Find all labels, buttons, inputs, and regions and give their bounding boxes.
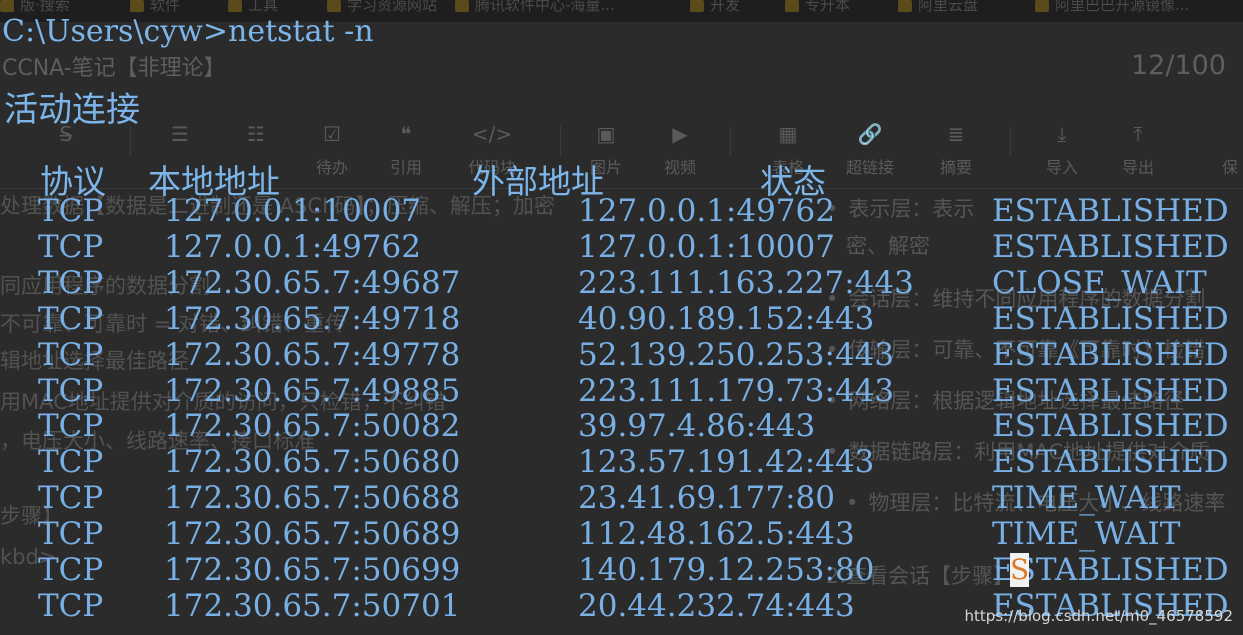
connection-row: TCP 172.30.65.7:50680 123.57.191.42:443 EST…	[0, 444, 1243, 480]
foreign-address-cell: 112.48.162.5:443	[578, 516, 855, 553]
local-address-cell: 172.30.65.7:49718	[164, 300, 461, 337]
connection-row: TCP 172.30.65.7:49778 52.139.250.253:443 ES…	[0, 337, 1243, 373]
connection-row: TCP 127.0.0.1:10007 127.0.0.1:49762 ESTABLI…	[0, 193, 1243, 229]
foreign-address-cell: 23.41.69.177:80	[578, 480, 835, 517]
protocol-cell: TCP	[38, 408, 104, 445]
connection-row: TCP 127.0.0.1:49762 127.0.0.1:10007 ESTABLI…	[0, 229, 1243, 265]
protocol-cell: TCP	[38, 372, 104, 409]
watermark: https://blog.csdn.net/m0_46578592	[964, 607, 1233, 625]
local-address-cell: 172.30.65.7:49885	[164, 372, 461, 409]
connection-row: TCP 172.30.65.7:49687 223.111.163.227:443 C…	[0, 265, 1243, 301]
protocol-cell: TCP	[38, 300, 104, 337]
section-title: 活动连接	[4, 90, 140, 130]
foreign-address-cell: 223.111.179.73:443	[578, 372, 895, 409]
connection-row: TCP 172.30.65.7:50689 112.48.162.5:443 TIME…	[0, 516, 1243, 552]
foreign-address-cell: 123.57.191.42:443	[578, 444, 875, 481]
foreign-address-cell: 127.0.0.1:10007	[578, 228, 835, 265]
protocol-cell: TCP	[38, 193, 104, 229]
protocol-cell: TCP	[38, 444, 104, 481]
protocol-cell: TCP	[38, 552, 104, 588]
protocol-cell: TCP	[38, 480, 104, 517]
foreign-address-cell: 39.97.4.86:443	[578, 408, 816, 445]
foreign-address-cell: 40.90.189.152:443	[578, 300, 875, 337]
text-cursor: S	[1010, 553, 1030, 587]
local-address-cell: 127.0.0.1:10007	[164, 193, 421, 229]
state-cell: ESTABLISHED	[992, 228, 1229, 265]
foreign-address-cell: 140.179.12.253:80	[578, 552, 875, 588]
foreign-address-cell: 52.139.250.253:443	[578, 336, 895, 373]
local-address-cell: 172.30.65.7:50082	[164, 408, 461, 445]
command-line: C:\Users\cyw>netstat -n	[2, 14, 374, 49]
state-cell: ESTABLISHED	[992, 336, 1229, 373]
foreign-address-cell: 20.44.232.74:443	[578, 587, 855, 624]
state-cell: ESTABLISHED	[992, 444, 1229, 481]
local-address-cell: 172.30.65.7:49778	[164, 336, 461, 373]
local-address-cell: 172.30.65.7:50701	[164, 587, 461, 624]
connection-row: TCP 172.30.65.7:50688 23.41.69.177:80 TIME_…	[0, 480, 1243, 516]
state-cell: TIME_WAIT	[992, 480, 1181, 517]
protocol-cell: TCP	[38, 264, 104, 301]
state-cell: ESTABLISHED	[992, 193, 1229, 229]
protocol-cell: TCP	[38, 516, 104, 553]
local-address-cell: 172.30.65.7:50689	[164, 516, 461, 553]
state-cell: ESTABLISHED	[992, 372, 1229, 409]
local-address-cell: 172.30.65.7:50688	[164, 480, 461, 517]
connection-row: TCP 172.30.65.7:50699 140.179.12.253:80 EST…	[0, 552, 1243, 588]
terminal-output: C:\Users\cyw>netstat -n 活动连接 协议 本地地址 外部地…	[0, 0, 1243, 635]
foreign-address-cell: 127.0.0.1:49762	[578, 193, 835, 229]
local-address-cell: 172.30.65.7:49687	[164, 264, 461, 301]
local-address-cell: 172.30.65.7:50699	[164, 552, 461, 588]
state-cell: TIME_WAIT	[992, 516, 1181, 553]
protocol-cell: TCP	[38, 336, 104, 373]
protocol-cell: TCP	[38, 587, 104, 624]
local-address-cell: 127.0.0.1:49762	[164, 228, 421, 265]
state-cell: ESTABLISHED	[992, 300, 1229, 337]
protocol-cell: TCP	[38, 228, 104, 265]
state-cell: ESTABLISHED	[992, 408, 1229, 445]
connection-row: TCP 172.30.65.7:50082 39.97.4.86:443 ESTABL…	[0, 408, 1243, 444]
foreign-address-cell: 223.111.163.227:443	[578, 264, 914, 301]
state-cell: CLOSE_WAIT	[992, 264, 1207, 301]
connection-row: TCP 172.30.65.7:49718 40.90.189.152:443 EST…	[0, 301, 1243, 337]
local-address-cell: 172.30.65.7:50680	[164, 444, 461, 481]
connection-row: TCP 172.30.65.7:49885 223.111.179.73:443 ES…	[0, 373, 1243, 409]
